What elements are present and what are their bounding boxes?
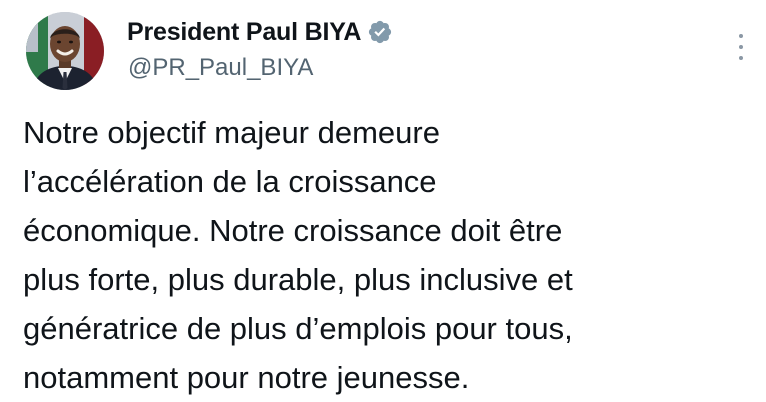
- profile-photo: [26, 12, 104, 90]
- tweet-text-line: plus forte, plus durable, plus inclusive…: [23, 262, 573, 297]
- author-display-name[interactable]: President Paul BIYA: [127, 18, 361, 47]
- tweet-text-line: l’accélération de la croissance: [23, 164, 437, 199]
- more-vertical-icon[interactable]: [732, 30, 750, 64]
- verified-badge-icon: [367, 19, 393, 45]
- avatar[interactable]: [26, 12, 104, 90]
- tweet-text-line: notamment pour notre jeunesse.: [23, 360, 470, 395]
- author-handle[interactable]: @PR_Paul_BIYA: [128, 54, 313, 82]
- tweet-text-line: économique. Notre croissance doit être: [23, 213, 563, 248]
- tweet-card: President Paul BIYA @PR_Paul_BIYA Notre …: [0, 0, 766, 400]
- tweet-text-line: Notre objectif majeur demeure: [23, 115, 440, 150]
- author-name-row: President Paul BIYA: [127, 14, 393, 50]
- tweet-text: Notre objectif majeur demeure l’accéléra…: [23, 108, 743, 402]
- tweet-text-line: génératrice de plus d’emplois pour tous,: [23, 311, 573, 346]
